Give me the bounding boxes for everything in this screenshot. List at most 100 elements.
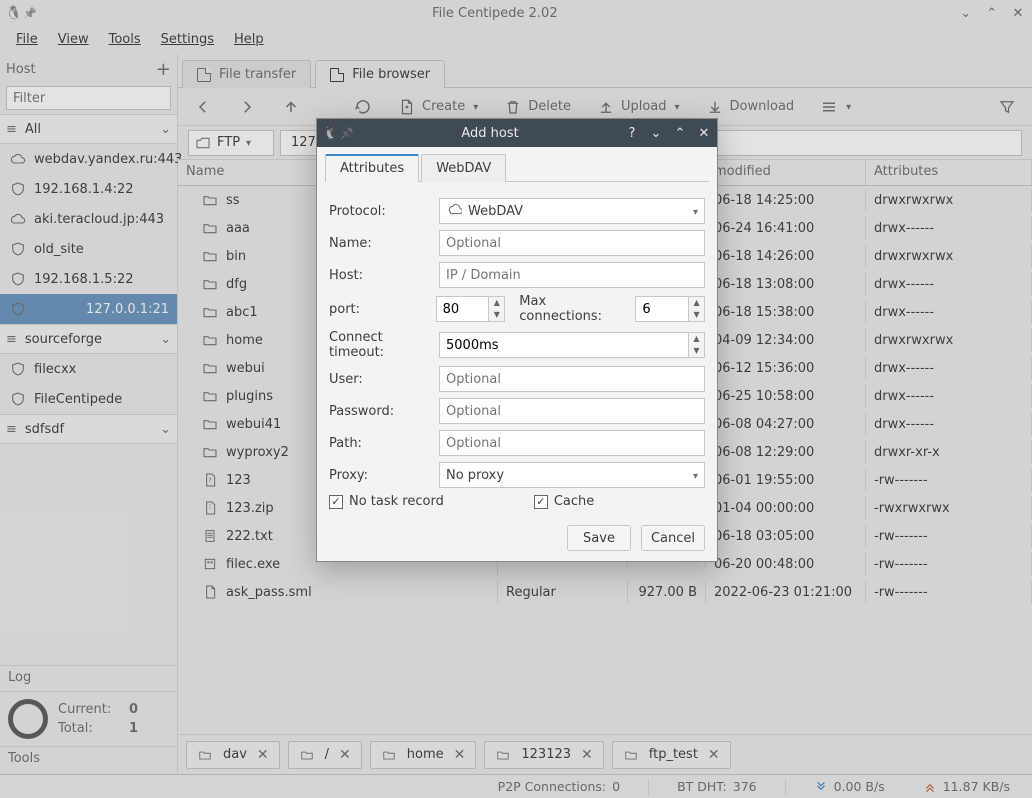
tools-panel-label[interactable]: Tools [0, 746, 177, 774]
file-modified: 06-24 16:41:00 [706, 217, 866, 240]
total-label: Total: [58, 721, 93, 736]
host-filter-input[interactable] [6, 86, 171, 110]
window-maximize-icon[interactable] [984, 6, 1000, 21]
file-modified: 06-18 03:05:00 [706, 525, 866, 548]
pin-icon[interactable] [22, 5, 38, 21]
nav-up-button[interactable] [276, 94, 306, 120]
file-attributes: drwx------ [866, 273, 1032, 296]
total-value: 1 [129, 721, 138, 736]
proxy-select[interactable]: No proxy [439, 462, 705, 488]
file-name: home [226, 333, 263, 348]
name-input[interactable] [439, 230, 705, 256]
user-input[interactable] [439, 366, 705, 392]
menu-file[interactable]: File [6, 26, 48, 53]
add-host-icon[interactable]: + [156, 59, 171, 80]
port-spinner[interactable]: ▲▼ [489, 296, 505, 322]
host-item[interactable]: 192.168.1.4:22 [0, 174, 177, 204]
dialog-tab-webdav[interactable]: WebDAV [421, 154, 506, 182]
download-button[interactable]: Download [700, 94, 801, 120]
path-tab[interactable]: ftp_test✕ [612, 741, 731, 769]
host-group[interactable]: ≡sdfsdf⌄ [0, 414, 177, 444]
no-task-label: No task record [349, 494, 444, 509]
file-name: webui41 [226, 417, 281, 432]
path-tab[interactable]: home ✕ [370, 741, 477, 769]
menu-help[interactable]: Help [224, 26, 274, 53]
host-item[interactable]: aki.teracloud.jp:443 [0, 204, 177, 234]
chevron-down-icon [693, 204, 698, 219]
host-group[interactable]: ≡sourceforge⌄ [0, 324, 177, 354]
refresh-button[interactable] [348, 94, 378, 120]
path-tab[interactable]: /✕ [288, 741, 362, 769]
tab-file-transfer[interactable]: File transfer [182, 60, 311, 88]
maxcon-spinner[interactable]: ▲▼ [689, 296, 705, 322]
path-tab[interactable]: dav✕ [186, 741, 280, 769]
timeout-input[interactable] [439, 332, 689, 358]
host-item[interactable]: webdav.yandex.ru:443 [0, 144, 177, 174]
window-close-icon[interactable] [1010, 6, 1026, 21]
host-item[interactable]: old_site [0, 234, 177, 264]
port-input[interactable] [436, 296, 490, 322]
bars-icon: ≡ [6, 422, 17, 437]
close-icon[interactable]: ✕ [339, 747, 351, 763]
header-modified[interactable]: modified [706, 160, 866, 185]
dialog-titlebar[interactable]: Add host ? ⌄ ⌃ ✕ [317, 119, 717, 147]
folder-icon [202, 276, 218, 292]
address-protocol-select[interactable]: FTP [188, 130, 274, 156]
close-icon[interactable]: ✕ [581, 747, 593, 763]
host-sidebar: Host + ≡All⌄webdav.yandex.ru:443192.168.… [0, 54, 178, 774]
header-attributes[interactable]: Attributes [866, 160, 1032, 185]
menu-button[interactable] [814, 94, 857, 120]
dialog-pin-icon[interactable] [339, 125, 355, 141]
dialog-close-icon[interactable]: ✕ [697, 126, 711, 141]
file-size: 927.00 B [628, 581, 706, 604]
folder-icon [202, 220, 218, 236]
delete-button[interactable]: Delete [498, 94, 577, 120]
host-group-label: sourceforge [25, 332, 102, 347]
dialog-help-icon[interactable]: ? [625, 126, 639, 141]
host-group[interactable]: ≡All⌄ [0, 114, 177, 144]
file-name: 123 [226, 473, 251, 488]
path-input[interactable] [439, 430, 705, 456]
host-item[interactable]: 127.0.0.1:21 [0, 294, 177, 324]
close-icon[interactable]: ✕ [257, 747, 269, 763]
no-task-checkbox[interactable] [329, 495, 343, 509]
protocol-select[interactable]: WebDAV [439, 198, 705, 224]
host-item[interactable]: 192.168.1.5:22 [0, 264, 177, 294]
table-row[interactable]: ask_pass.smlRegular927.00 B2022-06-23 01… [178, 578, 1032, 606]
menu-settings[interactable]: Settings [151, 26, 224, 53]
filter-button[interactable] [992, 94, 1022, 120]
dialog-maximize-icon[interactable]: ⌃ [673, 126, 687, 141]
app-logo-icon [6, 5, 22, 21]
cancel-button[interactable]: Cancel [641, 525, 705, 551]
cloud-icon [10, 211, 26, 227]
dialog-minimize-icon[interactable]: ⌄ [649, 126, 663, 141]
dialog-title: Add host [355, 126, 625, 141]
tab-file-browser[interactable]: File browser [315, 60, 445, 88]
close-icon[interactable]: ✕ [708, 747, 720, 763]
menu-tools[interactable]: Tools [99, 26, 151, 53]
upload-button[interactable]: Upload [591, 94, 686, 120]
close-icon[interactable]: ✕ [454, 747, 466, 763]
create-button[interactable]: Create [392, 94, 484, 120]
cache-checkbox[interactable] [534, 495, 548, 509]
host-item[interactable]: FileCentipede [0, 384, 177, 414]
password-input[interactable] [439, 398, 705, 424]
file-name: 123.zip [226, 501, 274, 516]
host-item[interactable]: filecxx [0, 354, 177, 384]
host-input[interactable] [439, 262, 705, 288]
dialog-tab-attributes[interactable]: Attributes [325, 154, 419, 182]
name-label: Name: [329, 236, 433, 251]
nav-back-button[interactable] [188, 94, 218, 120]
file-modified: 06-18 15:38:00 [706, 301, 866, 324]
dht-label: BT DHT: [677, 779, 727, 794]
nav-forward-button[interactable] [232, 94, 262, 120]
menu-view[interactable]: View [48, 26, 99, 53]
timeout-spinner[interactable]: ▲▼ [689, 332, 705, 358]
maxcon-input[interactable] [635, 296, 689, 322]
path-tab-label: home [407, 747, 444, 762]
path-tab[interactable]: 123123✕ [484, 741, 603, 769]
file-attributes: -rwxrwxrwx [866, 497, 1032, 520]
log-panel[interactable]: Log [0, 665, 177, 691]
save-button[interactable]: Save [567, 525, 631, 551]
window-minimize-icon[interactable] [958, 6, 974, 21]
